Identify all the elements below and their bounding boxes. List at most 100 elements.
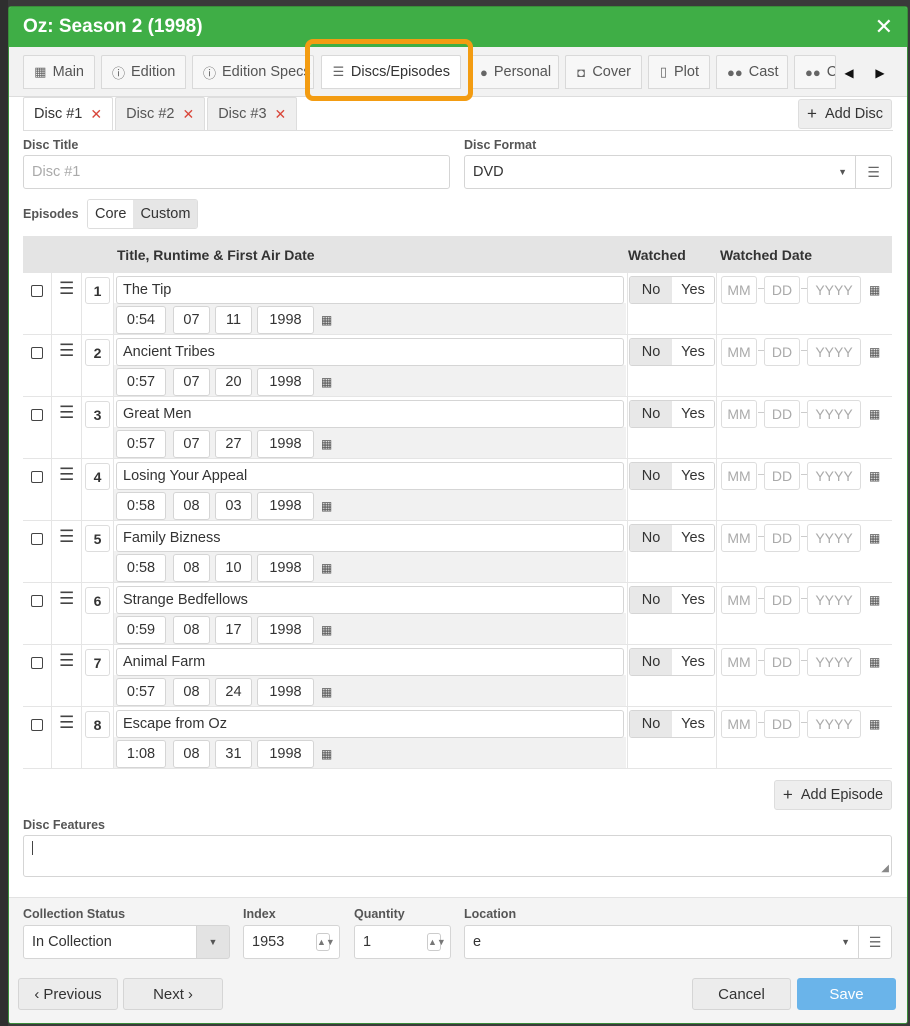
quantity-stepper-icon[interactable]: ▲▼	[427, 933, 446, 951]
watched-no-button[interactable]: No	[630, 339, 672, 365]
watched-year-input[interactable]: YYYY	[807, 710, 861, 738]
disc-format-select[interactable]: DVD ▼	[464, 155, 856, 189]
watched-yes-button[interactable]: Yes	[672, 277, 714, 303]
air-month-input[interactable]: 07	[173, 430, 210, 458]
calendar-icon[interactable]: ▦	[869, 655, 880, 669]
remove-disc-icon[interactable]: ✕	[275, 106, 287, 123]
drag-handle-icon[interactable]: ☰	[59, 589, 74, 609]
air-day-input[interactable]: 27	[215, 430, 252, 458]
disc-tab-3[interactable]: Disc #3 ✕	[207, 97, 298, 131]
runtime-input[interactable]: 0:57	[116, 368, 166, 396]
watched-no-button[interactable]: No	[630, 401, 672, 427]
watched-month-input[interactable]: MM	[721, 338, 757, 366]
cancel-button[interactable]: Cancel	[692, 978, 791, 1010]
tab-cast[interactable]: ●● Cast	[716, 55, 788, 89]
tab-crew[interactable]: ●●C	[794, 55, 836, 89]
row-checkbox[interactable]	[31, 409, 43, 421]
air-month-input[interactable]: 08	[173, 740, 210, 768]
drag-handle-icon[interactable]: ☰	[59, 713, 74, 733]
air-year-input[interactable]: 1998	[257, 430, 314, 458]
runtime-input[interactable]: 0:57	[116, 678, 166, 706]
runtime-input[interactable]: 0:58	[116, 492, 166, 520]
watched-month-input[interactable]: MM	[721, 710, 757, 738]
row-checkbox[interactable]	[31, 719, 43, 731]
watched-month-input[interactable]: MM	[721, 586, 757, 614]
watched-day-input[interactable]: DD	[764, 710, 800, 738]
calendar-icon[interactable]: ▦	[321, 561, 332, 575]
watched-day-input[interactable]: DD	[764, 462, 800, 490]
watched-month-input[interactable]: MM	[721, 462, 757, 490]
air-month-input[interactable]: 08	[173, 616, 210, 644]
watched-yes-button[interactable]: Yes	[672, 587, 714, 613]
watched-year-input[interactable]: YYYY	[807, 400, 861, 428]
watched-month-input[interactable]: MM	[721, 524, 757, 552]
runtime-input[interactable]: 0:58	[116, 554, 166, 582]
watched-no-button[interactable]: No	[630, 587, 672, 613]
index-stepper-icon[interactable]: ▲▼	[316, 933, 335, 951]
chevron-down-icon[interactable]: ▼	[196, 925, 230, 959]
watched-year-input[interactable]: YYYY	[807, 648, 861, 676]
row-checkbox[interactable]	[31, 595, 43, 607]
watched-day-input[interactable]: DD	[764, 648, 800, 676]
calendar-icon[interactable]: ▦	[869, 717, 880, 731]
air-year-input[interactable]: 1998	[257, 306, 314, 334]
watched-no-button[interactable]: No	[630, 525, 672, 551]
remove-disc-icon[interactable]: ✕	[182, 106, 194, 123]
watched-month-input[interactable]: MM	[721, 648, 757, 676]
tab-edition-specs[interactable]: ⓘ Edition Specs	[192, 55, 314, 89]
air-day-input[interactable]: 17	[215, 616, 252, 644]
watched-day-input[interactable]: DD	[764, 586, 800, 614]
calendar-icon[interactable]: ▦	[869, 593, 880, 607]
tab-plot[interactable]: ▯ Plot	[648, 55, 710, 89]
watched-yes-button[interactable]: Yes	[672, 401, 714, 427]
episode-title-input[interactable]: Losing Your Appeal	[116, 462, 624, 490]
tab-discs-episodes[interactable]: ☰ Discs/Episodes	[321, 55, 461, 89]
tab-cover[interactable]: ◘ Cover	[565, 55, 642, 89]
air-day-input[interactable]: 03	[215, 492, 252, 520]
watched-year-input[interactable]: YYYY	[807, 524, 861, 552]
core-toggle[interactable]: Core	[88, 200, 134, 228]
row-checkbox[interactable]	[31, 657, 43, 669]
drag-handle-icon[interactable]: ☰	[59, 527, 74, 547]
watched-year-input[interactable]: YYYY	[807, 586, 861, 614]
calendar-icon[interactable]: ▦	[321, 437, 332, 451]
add-disc-button[interactable]: + Add Disc	[798, 99, 892, 129]
tab-scroll-left-icon[interactable]: ◀	[837, 59, 861, 87]
episode-title-input[interactable]: Great Men	[116, 400, 624, 428]
next-button[interactable]: Next ›	[123, 978, 223, 1010]
disc-format-list-button[interactable]: ☰	[855, 155, 892, 189]
watched-year-input[interactable]: YYYY	[807, 338, 861, 366]
episode-title-input[interactable]: Strange Bedfellows	[116, 586, 624, 614]
watched-no-button[interactable]: No	[630, 277, 672, 303]
resize-grip-icon[interactable]: ◢	[881, 863, 889, 874]
tab-personal[interactable]: ● Personal	[469, 55, 559, 89]
watched-day-input[interactable]: DD	[764, 276, 800, 304]
air-day-input[interactable]: 11	[215, 306, 252, 334]
watched-yes-button[interactable]: Yes	[672, 339, 714, 365]
row-checkbox[interactable]	[31, 471, 43, 483]
drag-handle-icon[interactable]: ☰	[59, 651, 74, 671]
runtime-input[interactable]: 0:54	[116, 306, 166, 334]
watched-yes-button[interactable]: Yes	[672, 463, 714, 489]
tab-main[interactable]: ▦ Main	[23, 55, 95, 89]
tab-edition[interactable]: ⓘ Edition	[101, 55, 186, 89]
calendar-icon[interactable]: ▦	[321, 623, 332, 637]
runtime-input[interactable]: 0:57	[116, 430, 166, 458]
air-year-input[interactable]: 1998	[257, 368, 314, 396]
location-list-button[interactable]: ☰	[858, 925, 892, 959]
save-button[interactable]: Save	[797, 978, 896, 1010]
calendar-icon[interactable]: ▦	[869, 283, 880, 297]
air-month-input[interactable]: 08	[173, 678, 210, 706]
calendar-icon[interactable]: ▦	[869, 531, 880, 545]
drag-handle-icon[interactable]: ☰	[59, 279, 74, 299]
calendar-icon[interactable]: ▦	[321, 499, 332, 513]
episode-title-input[interactable]: The Tip	[116, 276, 624, 304]
watched-year-input[interactable]: YYYY	[807, 462, 861, 490]
episode-title-input[interactable]: Animal Farm	[116, 648, 624, 676]
air-month-input[interactable]: 07	[173, 368, 210, 396]
runtime-input[interactable]: 1:08	[116, 740, 166, 768]
watched-month-input[interactable]: MM	[721, 276, 757, 304]
air-day-input[interactable]: 31	[215, 740, 252, 768]
drag-handle-icon[interactable]: ☰	[59, 341, 74, 361]
disc-tab-1[interactable]: Disc #1 ✕	[23, 97, 114, 131]
